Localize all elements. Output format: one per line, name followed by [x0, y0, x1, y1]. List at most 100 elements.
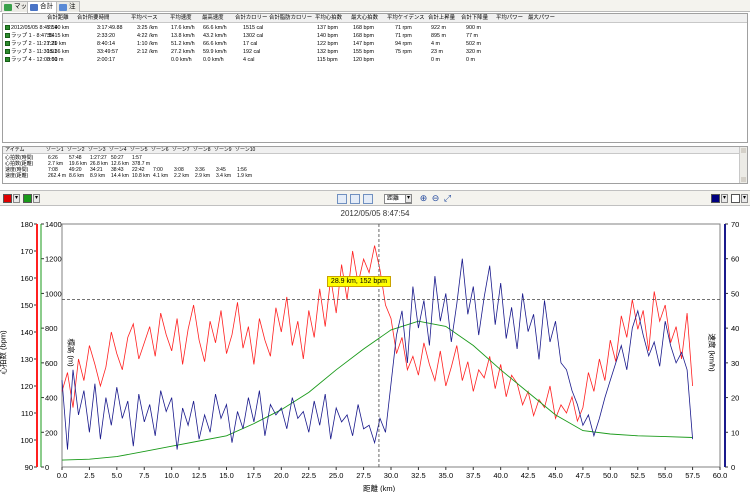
- lap-row[interactable]: ラップ 3 - 11:30:01 15.36 km 33:49:57 2:12 /km…: [3, 48, 747, 55]
- zone-header[interactable]: ゾーン3: [88, 147, 106, 153]
- zones-scrollbar[interactable]: [739, 147, 747, 183]
- lap-cell-max-speed: 0.0 km/h: [203, 57, 224, 63]
- zone-header[interactable]: ゾーン8: [193, 147, 211, 153]
- laps-table: 合計距離 合計所要時間 平均ペース 平均速度 最高速度 合計カロリー 合計脂肪カ…: [2, 13, 748, 143]
- lap-cell-speed: 0.0 km/h: [171, 57, 192, 63]
- x-tick-label: 52.5: [630, 471, 645, 480]
- x-tick-label: 30.0: [384, 471, 399, 480]
- lap-cell-max-speed: 66.6 km/h: [203, 41, 227, 47]
- lap-cell-down: 0 m: [466, 57, 475, 63]
- speed-tick-label: 10: [731, 428, 739, 437]
- tab-summary[interactable]: 合計: [27, 1, 57, 13]
- elevation-tick-label: 1200: [45, 255, 62, 264]
- column-header[interactable]: 平均パワー: [496, 14, 523, 22]
- chart-split-icon[interactable]: [350, 194, 360, 204]
- elevation-color-swatch[interactable]: [23, 194, 32, 203]
- hr-color-swatch[interactable]: [3, 194, 12, 203]
- column-header[interactable]: 合計上昇量: [428, 14, 455, 22]
- zone-header[interactable]: ゾーン10: [235, 147, 255, 153]
- chart-svg[interactable]: 0.0 2.5 5.0 7.5 10.0 12.5 15.0 17.5 20.0 22.5 25.0…: [0, 207, 750, 492]
- lap-cell-up: 922 m: [431, 25, 446, 31]
- column-header[interactable]: 最大心拍数: [351, 14, 378, 22]
- column-header[interactable]: 平均心拍数: [315, 14, 342, 22]
- elevation-tick-label: 1000: [45, 289, 62, 298]
- lap-cell-avg-hr: 122 bpm: [317, 41, 338, 47]
- lap-row[interactable]: ラップ 4 - 12:03:51 0.00 m 2:00:17 0.0 km/h 0.0…: [3, 56, 747, 63]
- chart-stack-icon[interactable]: [337, 194, 347, 204]
- lap-row[interactable]: 2012/05/05 8:47:54 57.90 km 3:17:49.88 3:25…: [3, 24, 747, 31]
- lap-icon: [5, 57, 10, 62]
- extra-color-swatch[interactable]: [731, 194, 740, 203]
- hr-tick-label: 90: [25, 463, 33, 472]
- elevation-tick-label: 400: [45, 394, 58, 403]
- column-header[interactable]: 合計下降量: [461, 14, 488, 22]
- lap-cell-max-speed: 66.6 km/h: [203, 25, 227, 31]
- zone-header[interactable]: ゾーン9: [214, 147, 232, 153]
- column-header[interactable]: 平均ケイデンス: [387, 14, 425, 22]
- column-header[interactable]: 合計所要時間: [77, 14, 109, 22]
- zoom-in-icon[interactable]: ⊕: [418, 193, 429, 204]
- chart-area[interactable]: 2012/05/05 8:47:54 0.0 2.5 5.0 7.5 10.0 12.5 1…: [0, 207, 750, 492]
- column-header[interactable]: 合計カロリー: [235, 14, 267, 22]
- lap-cell-avg-hr: 140 bpm: [317, 33, 338, 39]
- zoom-out-icon[interactable]: ⊖: [430, 193, 441, 204]
- zone-header[interactable]: ゾーン1: [46, 147, 64, 153]
- zone-header[interactable]: ゾーン4: [109, 147, 127, 153]
- lap-cell-avg-hr: 115 bpm: [317, 57, 338, 63]
- zone-cell: 2.9 km: [195, 173, 211, 179]
- x-tick-label: 45.0: [548, 471, 563, 480]
- zone-header[interactable]: ゾーン6: [151, 147, 169, 153]
- zoom-fit-icon[interactable]: ⤢: [442, 193, 453, 204]
- lap-cell-max-speed: 59.9 km/h: [203, 49, 227, 55]
- column-header[interactable]: 合計脂肪カロリー: [269, 14, 312, 22]
- lap-cell-time: 8:40:14: [97, 41, 115, 47]
- chevron-down-icon[interactable]: ▾: [741, 194, 748, 203]
- chevron-down-icon[interactable]: ▾: [405, 194, 412, 203]
- crosshair-tooltip: 28.9 km, 152 bpm: [326, 275, 391, 287]
- zone-header[interactable]: ゾーン7: [172, 147, 190, 153]
- zone-header[interactable]: ゾーン5: [130, 147, 148, 153]
- zones-table: アイテム ゾーン1 ゾーン2 ゾーン3 ゾーン4 ゾーン5 ゾーン6 ゾーン7 ゾーン8 ゾーン…: [2, 146, 748, 184]
- elevation-tick-label: 1400: [45, 220, 62, 229]
- chart-overlay-icon[interactable]: [363, 194, 373, 204]
- scroll-down-arrow-icon[interactable]: [741, 177, 746, 182]
- zone-header[interactable]: ゾーン2: [67, 147, 85, 153]
- laps-table-header: 合計距離 合計所要時間 平均ペース 平均速度 最高速度 合計カロリー 合計脂肪カ…: [3, 14, 747, 23]
- lap-cell-pace: 3:25 /km: [137, 25, 158, 31]
- chevron-down-icon[interactable]: ▾: [13, 194, 20, 203]
- hr-tick-label: 170: [20, 247, 33, 256]
- tab-notes[interactable]: 注: [56, 1, 80, 12]
- table-icon: [30, 4, 38, 11]
- lap-cell-max-hr: 168 bpm: [353, 33, 374, 39]
- column-header[interactable]: 最大パワー: [528, 14, 555, 22]
- column-header[interactable]: アイテム: [5, 147, 25, 153]
- lap-cell-max-hr: 147 bpm: [353, 41, 374, 47]
- x-tick-label: 37.5: [466, 471, 481, 480]
- x-tick-label: 25.0: [329, 471, 344, 480]
- column-header[interactable]: 平均ペース: [131, 14, 158, 22]
- elevation-tick-label: 800: [45, 324, 58, 333]
- lap-row[interactable]: ラップ 2 - 11:21:21 7.39 km 8:40:14 1:10 /km 51…: [3, 40, 747, 47]
- chevron-down-icon[interactable]: ▾: [33, 194, 40, 203]
- column-header[interactable]: 平均速度: [170, 14, 192, 22]
- scroll-up-arrow-icon[interactable]: [741, 148, 746, 153]
- zone-cell: 14.4 km: [111, 173, 129, 179]
- lap-cell-up: 0 m: [431, 57, 440, 63]
- lap-row[interactable]: ラップ 1 - 8:47:54 35.15 km 2:33:20 4:22 /km 13…: [3, 32, 747, 39]
- chart-toolbar: ▾ ▾ 距離 ▾ ⊕ ⊖ ⤢ ▾ ▾: [0, 190, 750, 206]
- zone-cell: 8.9 km: [90, 173, 106, 179]
- column-header[interactable]: 最高速度: [202, 14, 224, 22]
- app-window: マップ 合計 注 合計距離 合計所要時間 平均ペース 平均速度 最高速度 合計カ…: [0, 0, 750, 492]
- speed-color-swatch[interactable]: [711, 194, 720, 203]
- hr-tick-label: 180: [20, 220, 33, 229]
- zone-row-label: 速度(距離): [5, 173, 29, 179]
- lap-cell-cal: 1302 cal: [243, 33, 264, 39]
- x-tick-label: 60.0: [713, 471, 728, 480]
- column-header[interactable]: 合計距離: [47, 14, 69, 22]
- lap-cell-max-speed: 43.2 km/h: [203, 33, 227, 39]
- x-tick-label: 57.5: [685, 471, 700, 480]
- lap-cell-cal: 4 cal: [243, 57, 255, 63]
- chevron-down-icon[interactable]: ▾: [721, 194, 728, 203]
- lap-cell-cad: 94 rpm: [395, 41, 412, 47]
- x-tick-label: 12.5: [192, 471, 207, 480]
